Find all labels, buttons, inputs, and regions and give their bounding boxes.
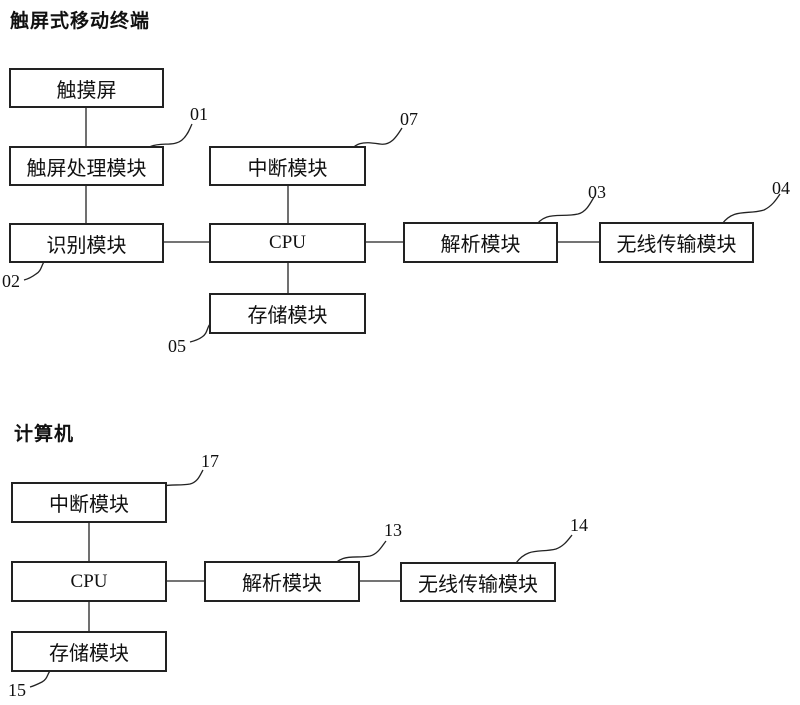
touch-screen-block: 触摸屏 bbox=[9, 68, 164, 108]
touch-processing-module-block: 触屏处理模块 bbox=[9, 146, 164, 186]
pc-parsing-module-block: 解析模块 bbox=[204, 561, 360, 602]
ref-label-04: 04 bbox=[772, 178, 790, 198]
pc-cpu-block: CPU bbox=[11, 561, 167, 602]
pc-interrupt-module-block: 中断模块 bbox=[11, 482, 167, 523]
wireless-transmission-module-block: 无线传输模块 bbox=[599, 222, 754, 263]
computer-title: 计算机 bbox=[14, 423, 75, 445]
ref-label-14: 14 bbox=[570, 515, 588, 535]
ref-label-15: 15 bbox=[8, 680, 26, 700]
ref-label-07: 07 bbox=[400, 109, 418, 129]
ref-label-17: 17 bbox=[201, 451, 219, 471]
pc-storage-module-block: 存储模块 bbox=[11, 631, 167, 672]
ref-label-13: 13 bbox=[384, 520, 402, 540]
storage-module-block: 存储模块 bbox=[209, 293, 366, 334]
pc-wireless-transmission-module-block: 无线传输模块 bbox=[400, 562, 556, 602]
interrupt-module-block: 中断模块 bbox=[209, 146, 366, 186]
ref-label-02: 02 bbox=[2, 271, 20, 291]
parsing-module-block: 解析模块 bbox=[403, 222, 558, 263]
cpu-block: CPU bbox=[209, 223, 366, 263]
ref-label-05: 05 bbox=[168, 336, 186, 356]
leader-14 bbox=[515, 534, 573, 564]
ref-label-01: 01 bbox=[190, 104, 208, 124]
recognition-module-block: 识别模块 bbox=[9, 223, 164, 263]
ref-label-03: 03 bbox=[588, 182, 606, 202]
mobile-terminal-title: 触屏式移动终端 bbox=[10, 10, 151, 32]
